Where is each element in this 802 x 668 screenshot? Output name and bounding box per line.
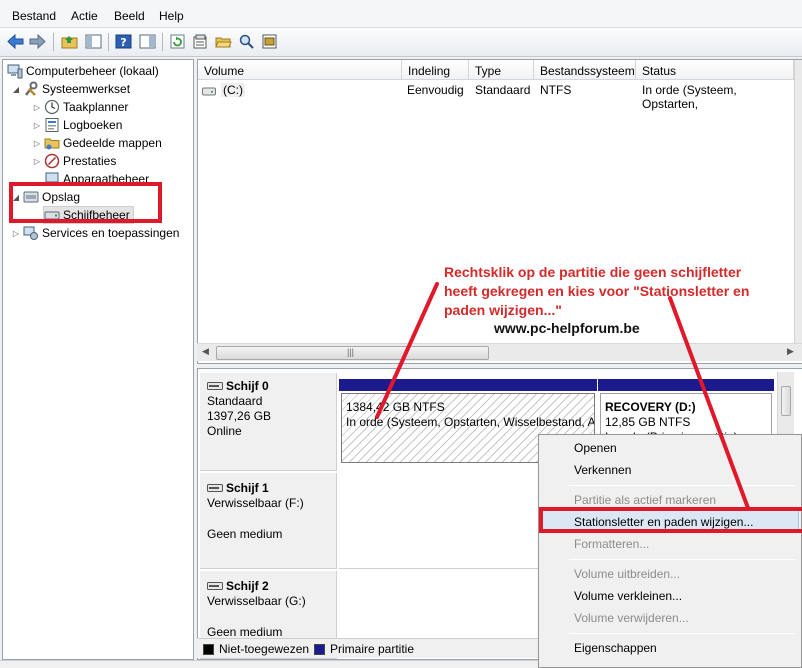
annotation-arrows — [375, 282, 750, 510]
annotation-website: www.pc-helpforum.be — [494, 320, 640, 336]
annotation-text: Rechtsklik op de partitie die geen schij… — [444, 264, 750, 318]
